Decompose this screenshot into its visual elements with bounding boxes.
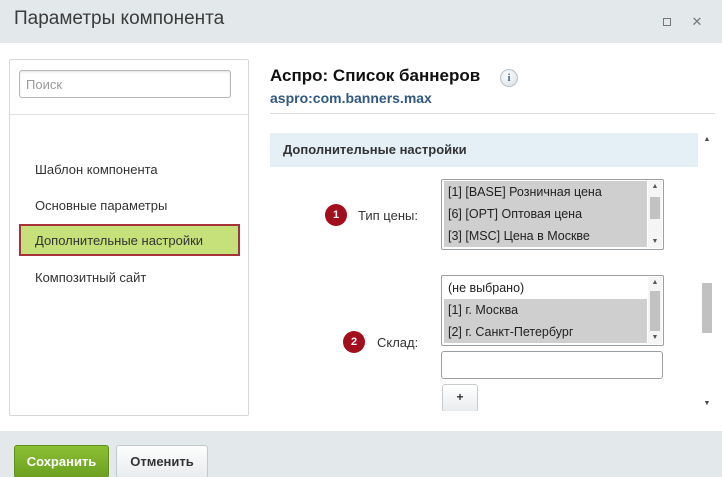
settings-scroll-area: Дополнительные настройки 1 Тип цены: [1]… bbox=[270, 133, 698, 411]
warehouse-label: Склад: bbox=[377, 335, 419, 350]
scroll-down-icon[interactable]: ▼ bbox=[648, 332, 662, 344]
sidebar-divider bbox=[10, 114, 248, 115]
scroll-thumb[interactable] bbox=[650, 197, 660, 219]
component-title: Аспро: Список баннеров bbox=[270, 66, 481, 85]
price-type-label: Тип цены: bbox=[358, 208, 418, 223]
save-button[interactable]: Сохранить bbox=[14, 445, 109, 477]
scroll-thumb[interactable] bbox=[650, 291, 660, 331]
header-divider bbox=[270, 113, 715, 114]
warehouse-text-input[interactable] bbox=[441, 351, 663, 379]
field-number-badge: 2 bbox=[343, 331, 365, 353]
scroll-up-icon[interactable]: ▲ bbox=[700, 133, 714, 147]
warehouse-select[interactable]: (не выбрано) [1] г. Москва [2] г. Санкт-… bbox=[441, 275, 664, 346]
dialog-content: Шаблон компонента Основные параметры Доп… bbox=[0, 43, 722, 431]
settings-scrollbar[interactable]: ▲ ▼ bbox=[700, 133, 714, 411]
scroll-down-icon[interactable]: ▼ bbox=[700, 397, 714, 411]
dialog-titlebar: Параметры компонента ✕ bbox=[0, 0, 722, 43]
list-scrollbar[interactable]: ▲ ▼ bbox=[648, 277, 662, 344]
list-scrollbar[interactable]: ▲ ▼ bbox=[648, 181, 662, 248]
field-number-badge: 1 bbox=[325, 204, 347, 226]
select-option[interactable]: [6] [OPT] Оптовая цена bbox=[444, 203, 647, 225]
price-type-select[interactable]: [1] [BASE] Розничная цена [6] [OPT] Опто… bbox=[441, 179, 664, 250]
select-option[interactable]: [3] [MSC] Цена в Москве bbox=[444, 225, 647, 247]
add-field-button[interactable]: + bbox=[442, 384, 478, 411]
select-option[interactable]: [1] г. Москва bbox=[444, 299, 647, 321]
scroll-thumb[interactable] bbox=[702, 283, 712, 333]
dialog-footer: Сохранить Отменить bbox=[0, 431, 722, 477]
sidebar-item-additional-settings[interactable]: Дополнительные настройки bbox=[19, 224, 240, 256]
scroll-up-icon[interactable]: ▲ bbox=[648, 277, 662, 289]
dialog-title: Параметры компонента bbox=[14, 8, 225, 29]
sidebar: Шаблон компонента Основные параметры Доп… bbox=[9, 59, 249, 416]
scroll-up-icon[interactable]: ▲ bbox=[648, 181, 662, 193]
scroll-down-icon[interactable]: ▼ bbox=[648, 236, 662, 248]
info-icon[interactable]: i bbox=[500, 69, 518, 87]
sidebar-item-template[interactable]: Шаблон компонента bbox=[19, 153, 240, 185]
select-option[interactable]: [2] г. Санкт-Петербург bbox=[444, 321, 647, 343]
close-icon[interactable]: ✕ bbox=[690, 15, 704, 29]
search-input[interactable] bbox=[19, 70, 231, 98]
cancel-button[interactable]: Отменить bbox=[116, 445, 208, 477]
maximize-icon[interactable] bbox=[660, 15, 674, 29]
select-option[interactable]: [1] [BASE] Розничная цена bbox=[444, 181, 647, 203]
component-code: aspro:com.banners.max bbox=[270, 90, 432, 106]
sidebar-item-composite-site[interactable]: Композитный сайт bbox=[19, 261, 240, 293]
section-header: Дополнительные настройки bbox=[270, 133, 698, 167]
select-option[interactable]: (не выбрано) bbox=[444, 277, 647, 299]
sidebar-item-main-params[interactable]: Основные параметры bbox=[19, 189, 240, 221]
